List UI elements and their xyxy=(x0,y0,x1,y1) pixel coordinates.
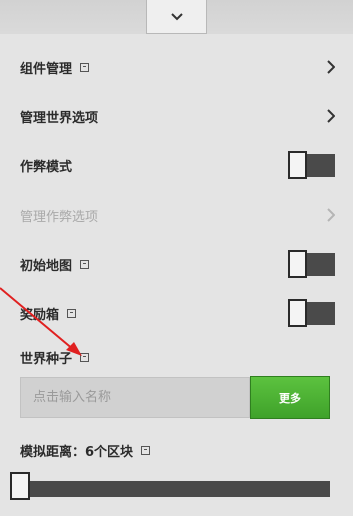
more-button[interactable]: 更多 xyxy=(250,376,330,419)
cheat-mode-toggle[interactable] xyxy=(288,151,335,179)
help-icon[interactable] xyxy=(80,62,90,72)
chevron-right-icon xyxy=(327,109,335,123)
collapse-button[interactable] xyxy=(146,0,207,34)
chevron-right-icon xyxy=(327,208,335,222)
row-manage-cheat-options: 管理作弊选项 xyxy=(20,195,335,235)
chevron-down-icon xyxy=(170,12,183,20)
help-icon[interactable] xyxy=(80,259,90,269)
row-label: 管理作弊选项 xyxy=(20,209,99,225)
row-label: 初始地图 xyxy=(20,258,73,274)
starting-map-toggle[interactable] xyxy=(288,250,335,278)
sim-distance-label: 模拟距离：6个区块 xyxy=(20,444,134,460)
red-arrow-annotation xyxy=(0,287,82,356)
row-label: 作弊模式 xyxy=(20,159,73,175)
row-cheat-mode: 作弊模式 xyxy=(20,145,335,185)
sim-distance-heading: 模拟距离：6个区块 xyxy=(20,430,335,470)
row-addon-management[interactable]: 组件管理 xyxy=(20,47,335,87)
row-label: 组件管理 xyxy=(20,61,73,77)
row-manage-world-options[interactable]: 管理世界选项 xyxy=(20,96,335,136)
help-icon[interactable] xyxy=(141,445,151,455)
slider-handle[interactable] xyxy=(10,472,30,500)
seed-input[interactable]: 点击输入名称 xyxy=(20,377,250,418)
sim-distance-slider[interactable] xyxy=(12,481,330,497)
row-starting-map: 初始地图 xyxy=(20,244,335,284)
bonus-chest-toggle[interactable] xyxy=(288,299,335,327)
chevron-right-icon xyxy=(327,60,335,74)
seed-placeholder: 点击输入名称 xyxy=(33,390,112,405)
row-label: 管理世界选项 xyxy=(20,110,99,126)
